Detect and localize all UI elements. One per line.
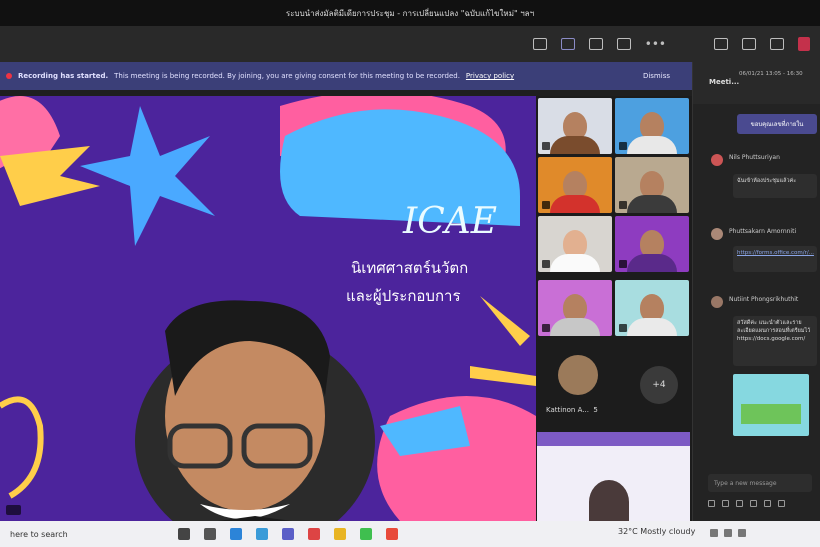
- mic-off-icon: [619, 260, 627, 268]
- chat-title: Meeti...: [709, 78, 740, 86]
- banner-subtitle-2: และผู้ประกอบการ: [346, 287, 461, 305]
- chat-link[interactable]: https://forms.office.com/r/...: [737, 250, 814, 256]
- taskbar: here to search 32°C Mostly cloudy: [0, 521, 820, 547]
- network-icon[interactable]: [710, 529, 718, 537]
- participant-tile[interactable]: [538, 216, 612, 272]
- system-tray: [710, 529, 746, 537]
- folder-icon[interactable]: [334, 528, 346, 540]
- mic-off-icon: [542, 260, 550, 268]
- shared-content-thumbnail[interactable]: [537, 432, 690, 521]
- meeting-time: 06/01/21 13:05 - 16:30: [739, 71, 803, 77]
- attach-icon[interactable]: [722, 500, 729, 507]
- camera-icon[interactable]: [714, 38, 728, 50]
- main-video-stage[interactable]: ICAE นิเทศศาสตร์นวัตก และผู้ประกอบการ: [0, 96, 536, 521]
- mic-off-icon: [619, 201, 627, 209]
- send-icon[interactable]: [778, 500, 785, 507]
- participant-tile[interactable]: [615, 280, 689, 336]
- more-participants-button[interactable]: +4: [640, 366, 678, 404]
- emoji-icon[interactable]: [736, 500, 743, 507]
- battery-icon[interactable]: [738, 529, 746, 537]
- taskbar-search[interactable]: here to search: [4, 524, 164, 544]
- gif-icon[interactable]: [750, 500, 757, 507]
- chat-bubble: ฉันเข้าห้องประชุมแล้วค่ะ: [733, 174, 817, 198]
- chat-action-button[interactable]: ขอบคุณเลขที่ภายใน: [737, 114, 817, 134]
- presenter-background: [0, 96, 536, 521]
- sticker-icon[interactable]: [764, 500, 771, 507]
- participant-tile[interactable]: [538, 280, 612, 336]
- share-icon[interactable]: [770, 38, 784, 50]
- participant-tile[interactable]: [615, 216, 689, 272]
- chat-compose-input[interactable]: Type a new message: [708, 474, 812, 492]
- teams-icon[interactable]: [282, 528, 294, 540]
- overflow-participant-name: Kattinon A... 5: [546, 406, 598, 414]
- reactions-icon[interactable]: [588, 38, 603, 50]
- mic-off-icon: [542, 142, 550, 150]
- chat-image-attachment[interactable]: [733, 374, 809, 436]
- participant-tile[interactable]: [615, 157, 689, 213]
- volume-icon[interactable]: [724, 529, 732, 537]
- avatar: [711, 296, 723, 308]
- leave-icon[interactable]: [798, 37, 810, 51]
- mic-off-icon: [542, 201, 550, 209]
- mic-off-icon: [619, 324, 627, 332]
- taskbar-weather[interactable]: 32°C Mostly cloudy: [618, 527, 695, 536]
- participant-tile[interactable]: [538, 98, 612, 154]
- edge-icon[interactable]: [230, 528, 242, 540]
- recording-icon: [6, 73, 12, 79]
- rooms-icon[interactable]: [616, 38, 631, 50]
- mic-off-icon: [619, 142, 627, 150]
- dismiss-button[interactable]: Dismiss: [643, 72, 670, 80]
- chrome-icon[interactable]: [386, 528, 398, 540]
- compose-toolbar: [708, 500, 812, 510]
- more-icon[interactable]: •••: [645, 38, 666, 50]
- presenter-name-tag: [6, 505, 21, 515]
- participant-tile[interactable]: [538, 157, 612, 213]
- participants-icon[interactable]: [532, 38, 547, 50]
- recording-status: Recording has started.: [18, 72, 109, 80]
- chat-panel: Meeti... 06/01/21 13:05 - 16:30 ขอบคุณเล…: [692, 62, 820, 521]
- recording-banner: Recording has started. This meeting is b…: [0, 62, 692, 90]
- meeting-toolbar: •••: [0, 26, 820, 62]
- format-icon[interactable]: [708, 500, 715, 507]
- icae-logo: ICAE: [403, 201, 498, 242]
- recording-message: This meeting is being recorded. By joini…: [114, 72, 460, 80]
- mic-icon[interactable]: [742, 38, 756, 50]
- pdf-icon[interactable]: [308, 528, 320, 540]
- participant-tile[interactable]: [615, 98, 689, 154]
- avatar: [711, 228, 723, 240]
- store-icon[interactable]: [256, 528, 268, 540]
- chat-header: Meeti... 06/01/21 13:05 - 16:30: [693, 62, 820, 104]
- mic-off-icon: [542, 324, 550, 332]
- chat-icon[interactable]: [560, 38, 575, 50]
- task-view-icon[interactable]: [178, 528, 190, 540]
- participant-avatar[interactable]: [558, 355, 598, 395]
- avatar: [711, 154, 723, 166]
- line-icon[interactable]: [360, 528, 372, 540]
- privacy-policy-link[interactable]: Privacy policy: [466, 72, 514, 80]
- banner-subtitle-1: นิเทศศาสตร์นวัตก: [351, 259, 469, 277]
- widgets-icon[interactable]: [204, 528, 216, 540]
- chat-bubble: สวัสดีค่ะ แนะนำตัวและรายละเอียดแผนการสอน…: [733, 316, 817, 366]
- window-title: ระบบนำส่งมัลติมีเดียการประชุม - การเปลี่…: [0, 0, 820, 26]
- chat-bubble: https://forms.office.com/r/...: [733, 246, 817, 272]
